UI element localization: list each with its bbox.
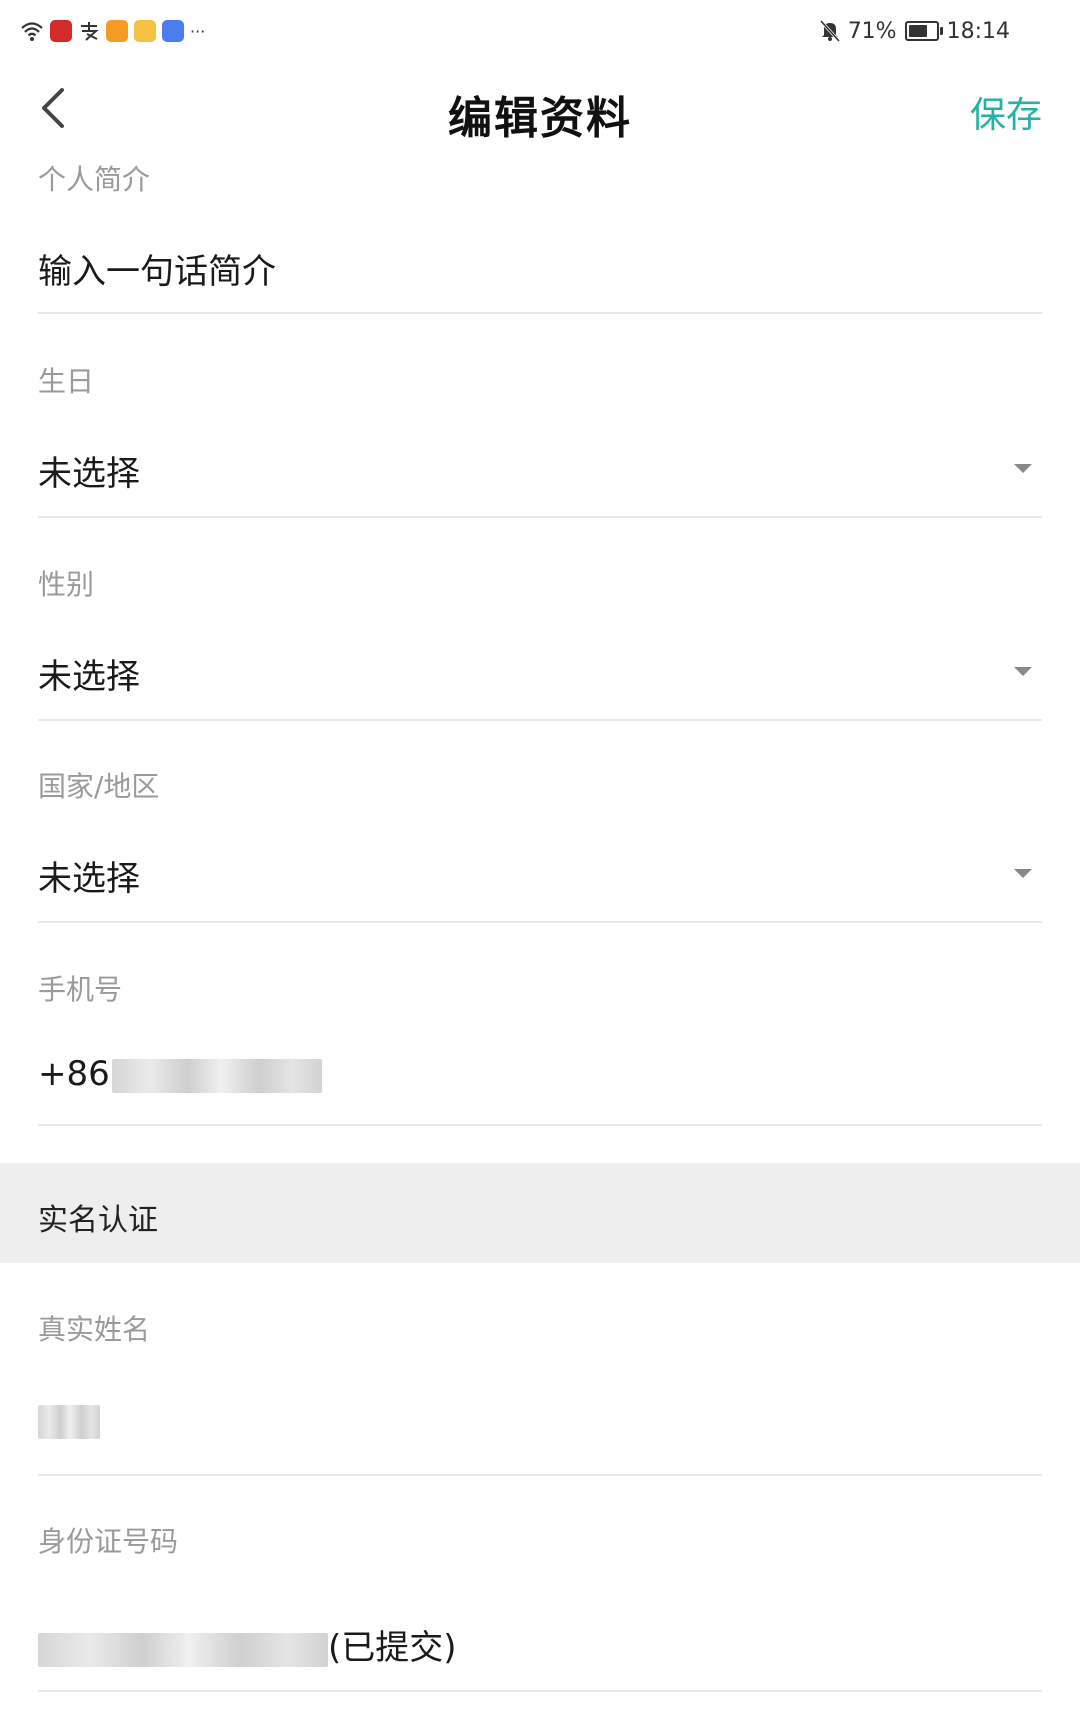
divider: [38, 1474, 1042, 1476]
divider: [38, 1690, 1042, 1692]
dropdown-arrow-icon[interactable]: [1014, 667, 1032, 676]
redacted-phone-number: [111, 1058, 322, 1093]
region-select[interactable]: 未选择: [38, 851, 140, 900]
bio-input[interactable]: 输入一句话简介: [38, 244, 276, 293]
divider: [38, 719, 1042, 721]
gender-label: 性别: [38, 568, 95, 601]
phone-label: 手机号: [38, 973, 123, 1006]
divider: [38, 1124, 1042, 1126]
divider: [38, 312, 1042, 314]
wifi-icon: [21, 22, 43, 41]
bio-label: 个人简介: [38, 163, 151, 196]
battery-percent: 71%: [847, 18, 897, 44]
mute-bell-icon: [819, 20, 840, 42]
video-app-icon: [106, 20, 128, 42]
birthday-field[interactable]: 生日 未选择: [38, 352, 1042, 520]
gender-select[interactable]: 未选择: [38, 649, 140, 698]
app-red-icon: [50, 20, 72, 42]
dropdown-arrow-icon[interactable]: [1014, 464, 1032, 473]
submitted-status: (已提交): [328, 1628, 457, 1668]
id-number-label: 身份证号码: [38, 1525, 179, 1558]
dropdown-arrow-icon[interactable]: [1014, 869, 1032, 878]
divider: [38, 921, 1042, 923]
gender-field[interactable]: 性别 未选择: [38, 555, 1042, 723]
weibo-icon: [134, 20, 156, 42]
birthday-select[interactable]: 未选择: [38, 446, 140, 495]
alipay-icon: [81, 22, 99, 41]
real-name-field: 真实姓名: [38, 1300, 1042, 1478]
page-title: 编辑资料: [448, 93, 632, 144]
battery-icon: [904, 21, 943, 41]
status-bar: ··· 71% 18:14: [0, 0, 1080, 62]
real-name-value: [38, 1400, 100, 1440]
more-icon: ···: [190, 21, 206, 41]
clock: 18:14: [946, 18, 1010, 44]
id-number-field: 身份证号码 (已提交): [38, 1512, 1042, 1692]
phone-prefix: +86: [38, 1054, 110, 1094]
real-name-label: 真实姓名: [38, 1313, 151, 1346]
phone-field: 手机号 +86: [38, 960, 1042, 1128]
region-label: 国家/地区: [38, 770, 160, 803]
edu-app-icon: [162, 20, 184, 42]
status-bar-left: ···: [20, 18, 205, 44]
save-button[interactable]: 保存: [970, 86, 1042, 138]
real-name-section-header: 实名认证: [0, 1163, 1080, 1263]
divider: [38, 516, 1042, 518]
top-app-bar: 编辑资料 保存: [0, 62, 1080, 154]
region-field[interactable]: 国家/地区 未选择: [38, 757, 1042, 925]
bio-field: 个人简介 输入一句话简介: [38, 150, 1042, 318]
id-number-value: (已提交): [38, 1620, 457, 1669]
redacted-name: [38, 1404, 100, 1439]
status-bar-right: 71% 18:14: [819, 16, 1010, 46]
section-title: 实名认证: [38, 1203, 158, 1238]
phone-value[interactable]: +86: [38, 1054, 322, 1094]
redacted-id-number: [38, 1632, 328, 1667]
birthday-label: 生日: [38, 365, 95, 398]
